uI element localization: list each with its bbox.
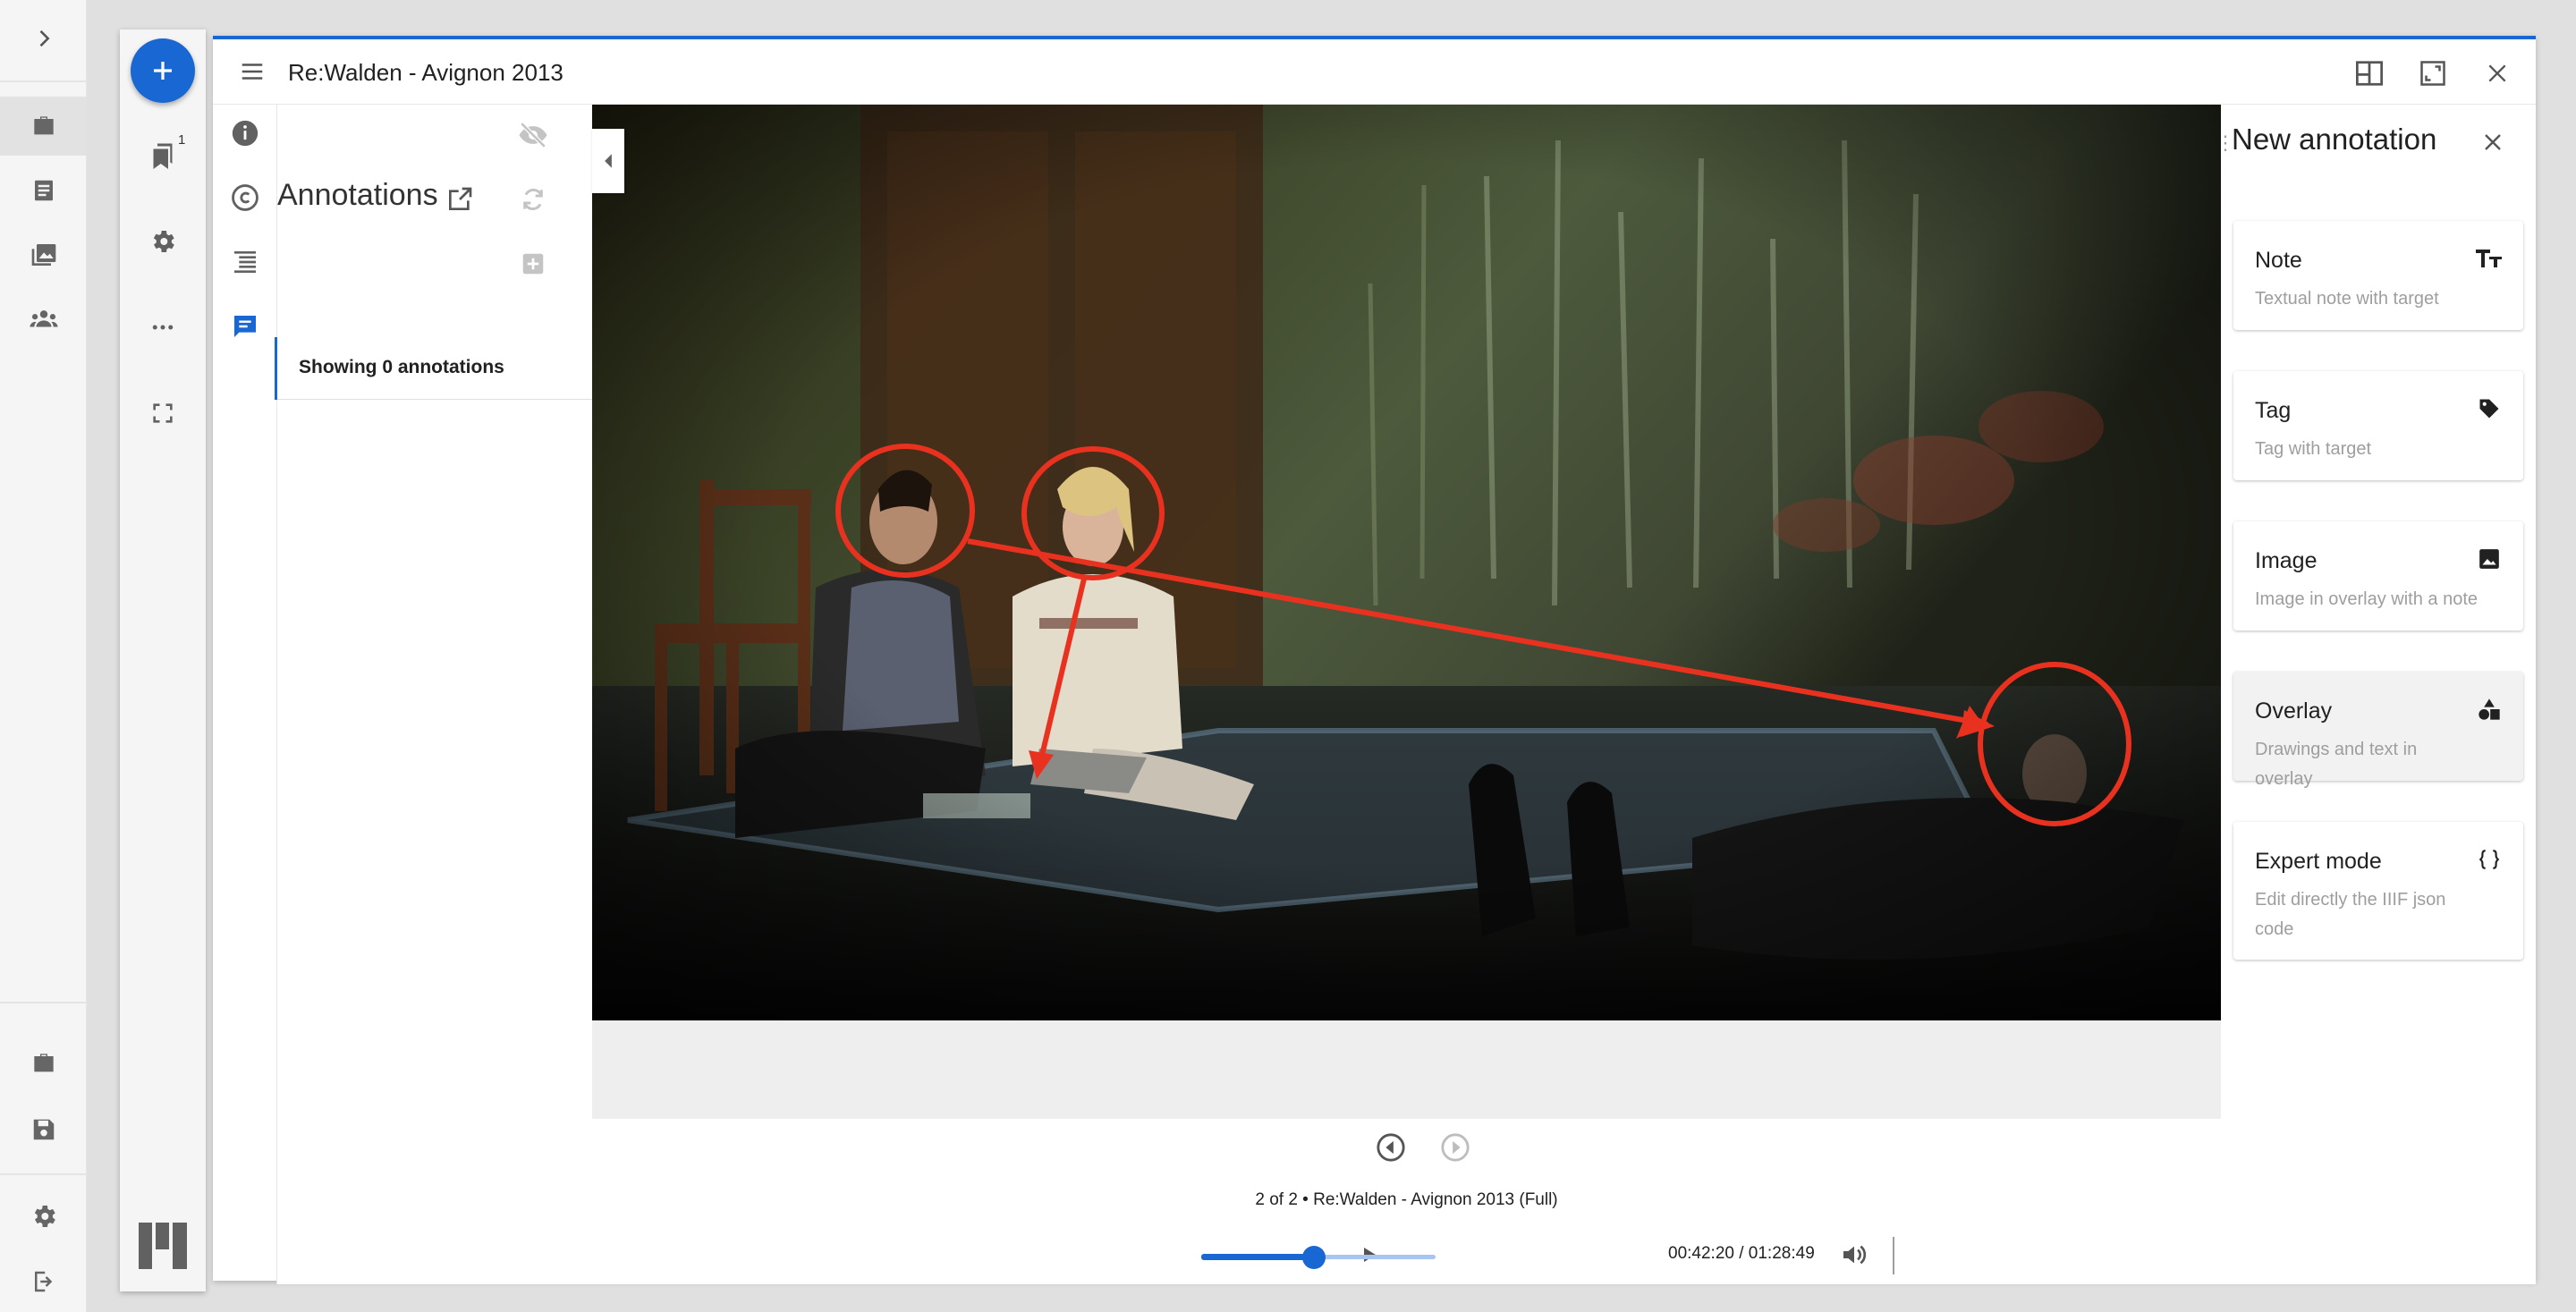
- braces-icon: [2475, 845, 2504, 874]
- seek-thumb[interactable]: [1301, 1246, 1326, 1269]
- mirador-logo-icon: [136, 1219, 190, 1273]
- close-panel-icon[interactable]: [2473, 123, 2512, 162]
- text-fields-icon: [2475, 244, 2504, 273]
- app-sidebar: [0, 0, 87, 1312]
- logout-icon[interactable]: [25, 1263, 63, 1300]
- card-description: Tag with target: [2255, 439, 2372, 459]
- workspace-rail: [120, 30, 206, 1291]
- document-icon[interactable]: [25, 172, 63, 209]
- info-icon[interactable]: [225, 114, 265, 153]
- video-frame-image: [592, 105, 2221, 1020]
- volume-divider: [1893, 1237, 1894, 1274]
- card-title: Tag: [2255, 398, 2292, 423]
- mirador-window: Re:Walden - Avignon 2013 Annotations Sho…: [213, 36, 2536, 1284]
- more-horizontal-icon[interactable]: [144, 309, 182, 346]
- new-annotation-title: New annotation: [2232, 123, 2437, 156]
- annotations-panel: Annotations Showing 0 annotations: [277, 105, 592, 1284]
- card-title: Overlay: [2255, 698, 2333, 724]
- card-description: Image in overlay with a note: [2255, 589, 2479, 609]
- window-titlebar: Re:Walden - Avignon 2013: [213, 39, 2536, 105]
- bookmark-count-badge: 1: [178, 132, 186, 148]
- people-icon[interactable]: [25, 300, 63, 338]
- note-card[interactable]: Note Textual note with target: [2233, 221, 2523, 330]
- photo-library-icon[interactable]: [25, 236, 63, 274]
- card-title: Image: [2255, 548, 2318, 573]
- visibility-off-icon[interactable]: [513, 115, 553, 155]
- collapse-panel-button[interactable]: [592, 129, 624, 193]
- seek-slider[interactable]: [1201, 1246, 1436, 1269]
- settings-icon[interactable]: [25, 1198, 63, 1235]
- new-annotation-panel: ⋮ New annotation Note Textual note with …: [2216, 105, 2536, 1284]
- tag-icon: [2475, 394, 2504, 423]
- copyright-icon[interactable]: [225, 178, 265, 217]
- briefcase-icon[interactable]: [25, 107, 63, 145]
- next-canvas-icon[interactable]: [1436, 1128, 1475, 1167]
- menu-icon[interactable]: [233, 52, 272, 91]
- settings-icon[interactable]: [144, 223, 182, 260]
- save-icon[interactable]: [25, 1111, 63, 1148]
- comment-icon[interactable]: [225, 307, 265, 346]
- card-title: Note: [2255, 248, 2302, 273]
- volume-icon[interactable]: [1835, 1235, 1874, 1274]
- playback-time: 00:42:20 / 01:28:49: [1668, 1244, 1815, 1263]
- nav-divider: [0, 80, 87, 82]
- chevron-left-icon: [605, 154, 612, 168]
- image-icon: [2475, 545, 2504, 573]
- plus-icon: [154, 62, 172, 80]
- close-window-icon[interactable]: [2478, 54, 2517, 93]
- seek-progress: [1201, 1254, 1314, 1260]
- add-box-icon[interactable]: [513, 244, 553, 284]
- card-description: Drawings and text in overlay: [2255, 740, 2418, 789]
- image-card[interactable]: Image Image in overlay with a note: [2233, 521, 2523, 631]
- chevron-right-icon[interactable]: [25, 20, 63, 57]
- add-resource-button[interactable]: [131, 38, 195, 103]
- nav-divider: [0, 1002, 87, 1003]
- card-description: Edit directly the IIIF json code: [2255, 890, 2446, 939]
- split-view-icon[interactable]: [2350, 54, 2389, 93]
- table-of-contents-icon[interactable]: [225, 242, 265, 282]
- tag-card[interactable]: Tag Tag with target: [2233, 371, 2523, 480]
- canvas-caption: 2 of 2 • Re:Walden - Avignon 2013 (Full): [1255, 1190, 1558, 1209]
- annotations-count-row: Showing 0 annotations: [277, 337, 592, 400]
- card-description: Textual note with target: [2255, 289, 2439, 309]
- player-controls: 2 of 2 • Re:Walden - Avignon 2013 (Full)…: [592, 1119, 2221, 1284]
- overlay-card[interactable]: Overlay Drawings and text in overlay: [2233, 672, 2523, 789]
- video-canvas[interactable]: [592, 105, 2221, 1020]
- annotations-heading: Annotations: [277, 178, 438, 212]
- annotations-count-text: Showing 0 annotations: [299, 357, 504, 377]
- shapes-icon: [2475, 695, 2504, 724]
- bookmarks-icon[interactable]: [144, 137, 182, 174]
- card-title: Expert mode: [2255, 849, 2382, 874]
- nav-divider: [0, 1173, 87, 1175]
- fullscreen-icon[interactable]: [144, 394, 182, 432]
- briefcase-icon[interactable]: [25, 1045, 63, 1082]
- sync-icon[interactable]: [513, 180, 553, 219]
- previous-canvas-icon[interactable]: [1371, 1128, 1411, 1167]
- maximize-icon[interactable]: [2413, 54, 2453, 93]
- window-title: Re:Walden - Avignon 2013: [288, 59, 564, 86]
- canvas-letterbox: [592, 1020, 2221, 1119]
- open-in-new-icon[interactable]: [440, 180, 479, 219]
- expert-mode-card[interactable]: Expert mode Edit directly the IIIF json …: [2233, 822, 2523, 960]
- companion-rail: [213, 105, 278, 1284]
